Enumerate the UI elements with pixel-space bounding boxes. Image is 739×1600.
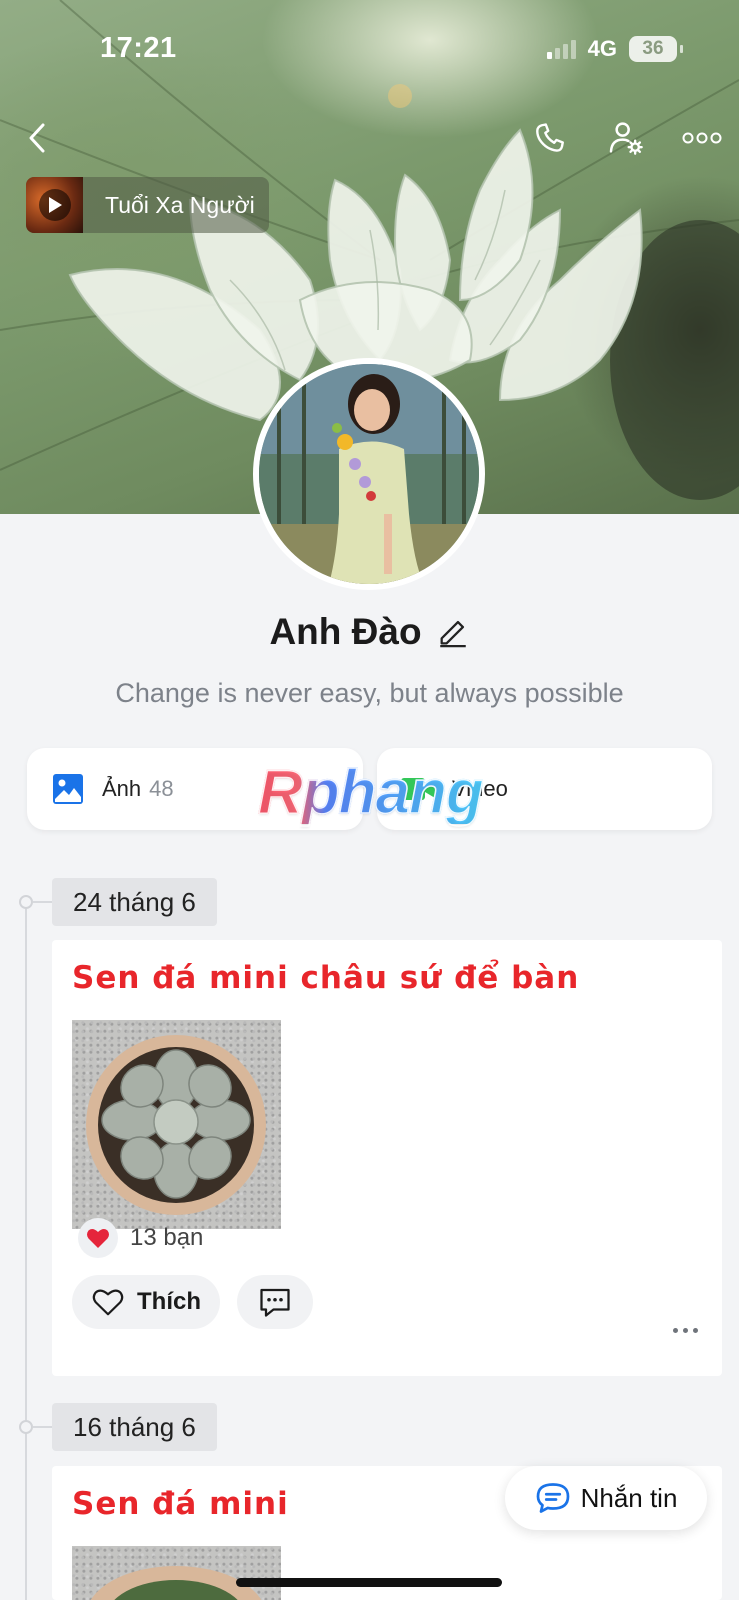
- profile-name: Anh Đào: [269, 611, 422, 652]
- home-indicator[interactable]: [236, 1578, 502, 1587]
- succulent-photo: [90, 1566, 262, 1600]
- call-button[interactable]: [528, 116, 572, 160]
- battery-icon: 36: [629, 36, 683, 62]
- edit-pencil-icon[interactable]: [436, 615, 470, 649]
- photo-icon: [53, 774, 83, 804]
- post-photo[interactable]: [72, 1546, 281, 1600]
- heart-icon: [87, 1229, 109, 1248]
- watermark-logo: Rphang: [257, 758, 484, 827]
- back-button[interactable]: [16, 116, 60, 160]
- photos-label: Ảnh: [102, 776, 142, 801]
- comment-button[interactable]: [237, 1275, 313, 1329]
- profile-settings-button[interactable]: [604, 116, 648, 160]
- heart-outline-icon: [92, 1289, 124, 1316]
- avatar-photo: [259, 364, 479, 584]
- battery-level: 36: [642, 38, 664, 59]
- message-button[interactable]: Nhắn tin: [505, 1466, 707, 1530]
- music-cover-art: [26, 177, 83, 233]
- back-icon: [29, 123, 45, 153]
- user-settings-icon: [609, 122, 643, 155]
- timeline-connector: [33, 901, 52, 903]
- profile-name-row: Anh Đào: [0, 611, 739, 653]
- timeline-connector: [33, 1426, 52, 1428]
- succulent-photo: [86, 1035, 266, 1215]
- post-photo[interactable]: [72, 1020, 281, 1229]
- message-icon: [536, 1483, 569, 1513]
- comment-icon: [260, 1288, 290, 1317]
- phone-icon: [536, 123, 564, 152]
- message-label: Nhắn tin: [580, 1482, 678, 1513]
- timeline-dot: [19, 895, 33, 909]
- play-icon: [48, 197, 62, 213]
- network-type: 4G: [587, 36, 617, 61]
- timeline-dot: [19, 1420, 33, 1434]
- more-icon: [682, 132, 722, 144]
- post-date: 24 tháng 6: [52, 878, 217, 926]
- music-title: Tuổi Xa Người: [105, 191, 255, 218]
- status-indicators: 4G 36: [546, 36, 683, 62]
- play-button[interactable]: [38, 189, 71, 221]
- reaction-summary[interactable]: 13 bạn: [78, 1218, 203, 1258]
- profile-bio: Change is never easy, but always possibl…: [115, 678, 624, 708]
- profile-music-player[interactable]: Tuổi Xa Người: [26, 177, 269, 233]
- like-label: Thích: [137, 1288, 201, 1315]
- post-date: 16 tháng 6: [52, 1403, 217, 1451]
- photos-count: 48: [149, 776, 174, 801]
- timeline-post[interactable]: Sen đá mini châu sứ để bàn 13 bạn Thích: [52, 940, 722, 1376]
- timeline-line: [25, 902, 27, 1600]
- post-title: Sen đá mini: [72, 1486, 289, 1522]
- signal-icon: [546, 39, 576, 59]
- avatar[interactable]: [253, 358, 485, 590]
- reaction-count: 13 bạn: [130, 1224, 204, 1251]
- more-button[interactable]: [680, 116, 724, 160]
- post-more-icon[interactable]: [673, 1328, 698, 1333]
- status-time: 17:21: [100, 32, 177, 64]
- post-title: Sen đá mini châu sứ để bàn: [72, 960, 580, 996]
- like-button[interactable]: Thích: [72, 1275, 220, 1329]
- heart-reaction-badge: [78, 1218, 118, 1258]
